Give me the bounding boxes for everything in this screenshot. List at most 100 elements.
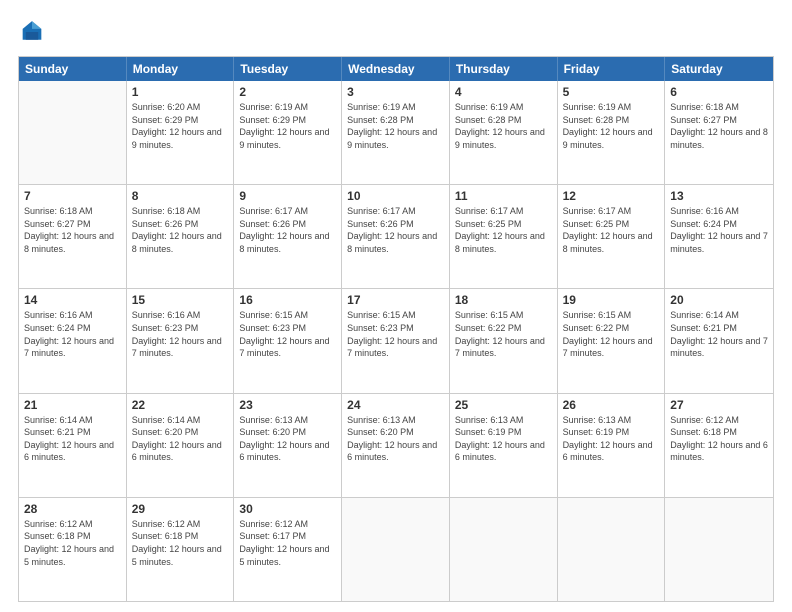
calendar-cell: 20Sunrise: 6:14 AM Sunset: 6:21 PM Dayli… <box>665 289 773 392</box>
calendar-cell: 1Sunrise: 6:20 AM Sunset: 6:29 PM Daylig… <box>127 81 235 184</box>
cell-sun-info: Sunrise: 6:14 AM Sunset: 6:21 PM Dayligh… <box>670 309 768 359</box>
day-number: 27 <box>670 398 768 412</box>
cell-sun-info: Sunrise: 6:17 AM Sunset: 6:26 PM Dayligh… <box>239 205 336 255</box>
cell-sun-info: Sunrise: 6:13 AM Sunset: 6:20 PM Dayligh… <box>347 414 444 464</box>
calendar-cell <box>19 81 127 184</box>
calendar-row: 21 Sunrise: 6:14 AM Sunset: 6:21 PM Dayli… <box>19 393 773 497</box>
day-number: 1 <box>132 85 229 99</box>
calendar-cell: 18 Sunrise: 6:15 AM Sunset: 6:22 PM Dayli… <box>450 289 558 392</box>
day-number: 4 <box>455 85 552 99</box>
cell-sun-info: Sunrise: 6:15 AM Sunset: 6:23 PM Dayligh… <box>239 309 336 359</box>
calendar-cell <box>665 498 773 601</box>
calendar-body: 1Sunrise: 6:20 AM Sunset: 6:29 PM Daylig… <box>19 81 773 601</box>
day-number: 24 <box>347 398 444 412</box>
calendar-row: 14 Sunrise: 6:16 AM Sunset: 6:24 PM Dayli… <box>19 288 773 392</box>
calendar-row: 1Sunrise: 6:20 AM Sunset: 6:29 PM Daylig… <box>19 81 773 184</box>
logo-icon <box>18 18 46 46</box>
cell-sun-info: Sunrise: 6:19 AM Sunset: 6:28 PM Dayligh… <box>455 101 552 151</box>
calendar-row: 28Sunrise: 6:12 AM Sunset: 6:18 PM Dayli… <box>19 497 773 601</box>
calendar-cell: 2Sunrise: 6:19 AM Sunset: 6:29 PM Daylig… <box>234 81 342 184</box>
calendar-cell: 9 Sunrise: 6:17 AM Sunset: 6:26 PM Daylig… <box>234 185 342 288</box>
day-number: 6 <box>670 85 768 99</box>
day-number: 5 <box>563 85 660 99</box>
calendar-cell: 30 Sunrise: 6:12 AM Sunset: 6:17 PM Dayli… <box>234 498 342 601</box>
calendar-header: SundayMondayTuesdayWednesdayThursdayFrid… <box>19 57 773 81</box>
calendar-cell: 7 Sunrise: 6:18 AM Sunset: 6:27 PM Daylig… <box>19 185 127 288</box>
calendar-cell: 22 Sunrise: 6:14 AM Sunset: 6:20 PM Dayli… <box>127 394 235 497</box>
calendar-cell <box>450 498 558 601</box>
cell-sun-info: Sunrise: 6:17 AM Sunset: 6:26 PM Dayligh… <box>347 205 444 255</box>
cell-sun-info: Sunrise: 6:12 AM Sunset: 6:17 PM Dayligh… <box>239 518 336 568</box>
day-number: 25 <box>455 398 552 412</box>
calendar-cell: 25 Sunrise: 6:13 AM Sunset: 6:19 PM Dayli… <box>450 394 558 497</box>
calendar-cell: 10 Sunrise: 6:17 AM Sunset: 6:26 PM Dayli… <box>342 185 450 288</box>
cell-sun-info: Sunrise: 6:14 AM Sunset: 6:21 PM Dayligh… <box>24 414 121 464</box>
page-header <box>18 18 774 46</box>
cell-sun-info: Sunrise: 6:15 AM Sunset: 6:23 PM Dayligh… <box>347 309 444 359</box>
cell-sun-info: Sunrise: 6:13 AM Sunset: 6:19 PM Dayligh… <box>455 414 552 464</box>
cell-sun-info: Sunrise: 6:14 AM Sunset: 6:20 PM Dayligh… <box>132 414 229 464</box>
calendar-cell: 26 Sunrise: 6:13 AM Sunset: 6:19 PM Dayli… <box>558 394 666 497</box>
calendar-row: 7 Sunrise: 6:18 AM Sunset: 6:27 PM Daylig… <box>19 184 773 288</box>
day-number: 22 <box>132 398 229 412</box>
calendar-cell: 27Sunrise: 6:12 AM Sunset: 6:18 PM Dayli… <box>665 394 773 497</box>
day-number: 29 <box>132 502 229 516</box>
weekday-header: Saturday <box>665 57 773 81</box>
day-number: 17 <box>347 293 444 307</box>
calendar-cell <box>342 498 450 601</box>
calendar-cell: 6 Sunrise: 6:18 AM Sunset: 6:27 PM Daylig… <box>665 81 773 184</box>
cell-sun-info: Sunrise: 6:13 AM Sunset: 6:19 PM Dayligh… <box>563 414 660 464</box>
calendar-cell: 14 Sunrise: 6:16 AM Sunset: 6:24 PM Dayli… <box>19 289 127 392</box>
calendar-cell: 8Sunrise: 6:18 AM Sunset: 6:26 PM Daylig… <box>127 185 235 288</box>
day-number: 13 <box>670 189 768 203</box>
day-number: 30 <box>239 502 336 516</box>
day-number: 18 <box>455 293 552 307</box>
calendar-cell: 24 Sunrise: 6:13 AM Sunset: 6:20 PM Dayli… <box>342 394 450 497</box>
weekday-header: Tuesday <box>234 57 342 81</box>
day-number: 7 <box>24 189 121 203</box>
day-number: 26 <box>563 398 660 412</box>
cell-sun-info: Sunrise: 6:12 AM Sunset: 6:18 PM Dayligh… <box>24 518 121 568</box>
cell-sun-info: Sunrise: 6:18 AM Sunset: 6:26 PM Dayligh… <box>132 205 229 255</box>
cell-sun-info: Sunrise: 6:19 AM Sunset: 6:28 PM Dayligh… <box>347 101 444 151</box>
day-number: 2 <box>239 85 336 99</box>
cell-sun-info: Sunrise: 6:15 AM Sunset: 6:22 PM Dayligh… <box>455 309 552 359</box>
day-number: 23 <box>239 398 336 412</box>
day-number: 19 <box>563 293 660 307</box>
cell-sun-info: Sunrise: 6:12 AM Sunset: 6:18 PM Dayligh… <box>132 518 229 568</box>
logo <box>18 18 50 46</box>
calendar: SundayMondayTuesdayWednesdayThursdayFrid… <box>18 56 774 602</box>
calendar-cell: 29 Sunrise: 6:12 AM Sunset: 6:18 PM Dayli… <box>127 498 235 601</box>
calendar-cell: 4 Sunrise: 6:19 AM Sunset: 6:28 PM Daylig… <box>450 81 558 184</box>
day-number: 9 <box>239 189 336 203</box>
cell-sun-info: Sunrise: 6:16 AM Sunset: 6:23 PM Dayligh… <box>132 309 229 359</box>
weekday-header: Wednesday <box>342 57 450 81</box>
cell-sun-info: Sunrise: 6:16 AM Sunset: 6:24 PM Dayligh… <box>670 205 768 255</box>
weekday-header: Monday <box>127 57 235 81</box>
cell-sun-info: Sunrise: 6:18 AM Sunset: 6:27 PM Dayligh… <box>24 205 121 255</box>
day-number: 10 <box>347 189 444 203</box>
calendar-cell: 12Sunrise: 6:17 AM Sunset: 6:25 PM Dayli… <box>558 185 666 288</box>
cell-sun-info: Sunrise: 6:16 AM Sunset: 6:24 PM Dayligh… <box>24 309 121 359</box>
cell-sun-info: Sunrise: 6:15 AM Sunset: 6:22 PM Dayligh… <box>563 309 660 359</box>
calendar-cell: 16 Sunrise: 6:15 AM Sunset: 6:23 PM Dayli… <box>234 289 342 392</box>
calendar-cell: 15Sunrise: 6:16 AM Sunset: 6:23 PM Dayli… <box>127 289 235 392</box>
day-number: 16 <box>239 293 336 307</box>
cell-sun-info: Sunrise: 6:17 AM Sunset: 6:25 PM Dayligh… <box>563 205 660 255</box>
cell-sun-info: Sunrise: 6:18 AM Sunset: 6:27 PM Dayligh… <box>670 101 768 151</box>
weekday-header: Thursday <box>450 57 558 81</box>
day-number: 11 <box>455 189 552 203</box>
calendar-cell: 17 Sunrise: 6:15 AM Sunset: 6:23 PM Dayli… <box>342 289 450 392</box>
cell-sun-info: Sunrise: 6:17 AM Sunset: 6:25 PM Dayligh… <box>455 205 552 255</box>
cell-sun-info: Sunrise: 6:13 AM Sunset: 6:20 PM Dayligh… <box>239 414 336 464</box>
calendar-cell <box>558 498 666 601</box>
calendar-cell: 21 Sunrise: 6:14 AM Sunset: 6:21 PM Dayli… <box>19 394 127 497</box>
calendar-cell: 19 Sunrise: 6:15 AM Sunset: 6:22 PM Dayli… <box>558 289 666 392</box>
day-number: 14 <box>24 293 121 307</box>
calendar-cell: 5 Sunrise: 6:19 AM Sunset: 6:28 PM Daylig… <box>558 81 666 184</box>
day-number: 21 <box>24 398 121 412</box>
cell-sun-info: Sunrise: 6:19 AM Sunset: 6:28 PM Dayligh… <box>563 101 660 151</box>
calendar-cell: 23 Sunrise: 6:13 AM Sunset: 6:20 PM Dayli… <box>234 394 342 497</box>
weekday-header: Friday <box>558 57 666 81</box>
calendar-cell: 11 Sunrise: 6:17 AM Sunset: 6:25 PM Dayli… <box>450 185 558 288</box>
